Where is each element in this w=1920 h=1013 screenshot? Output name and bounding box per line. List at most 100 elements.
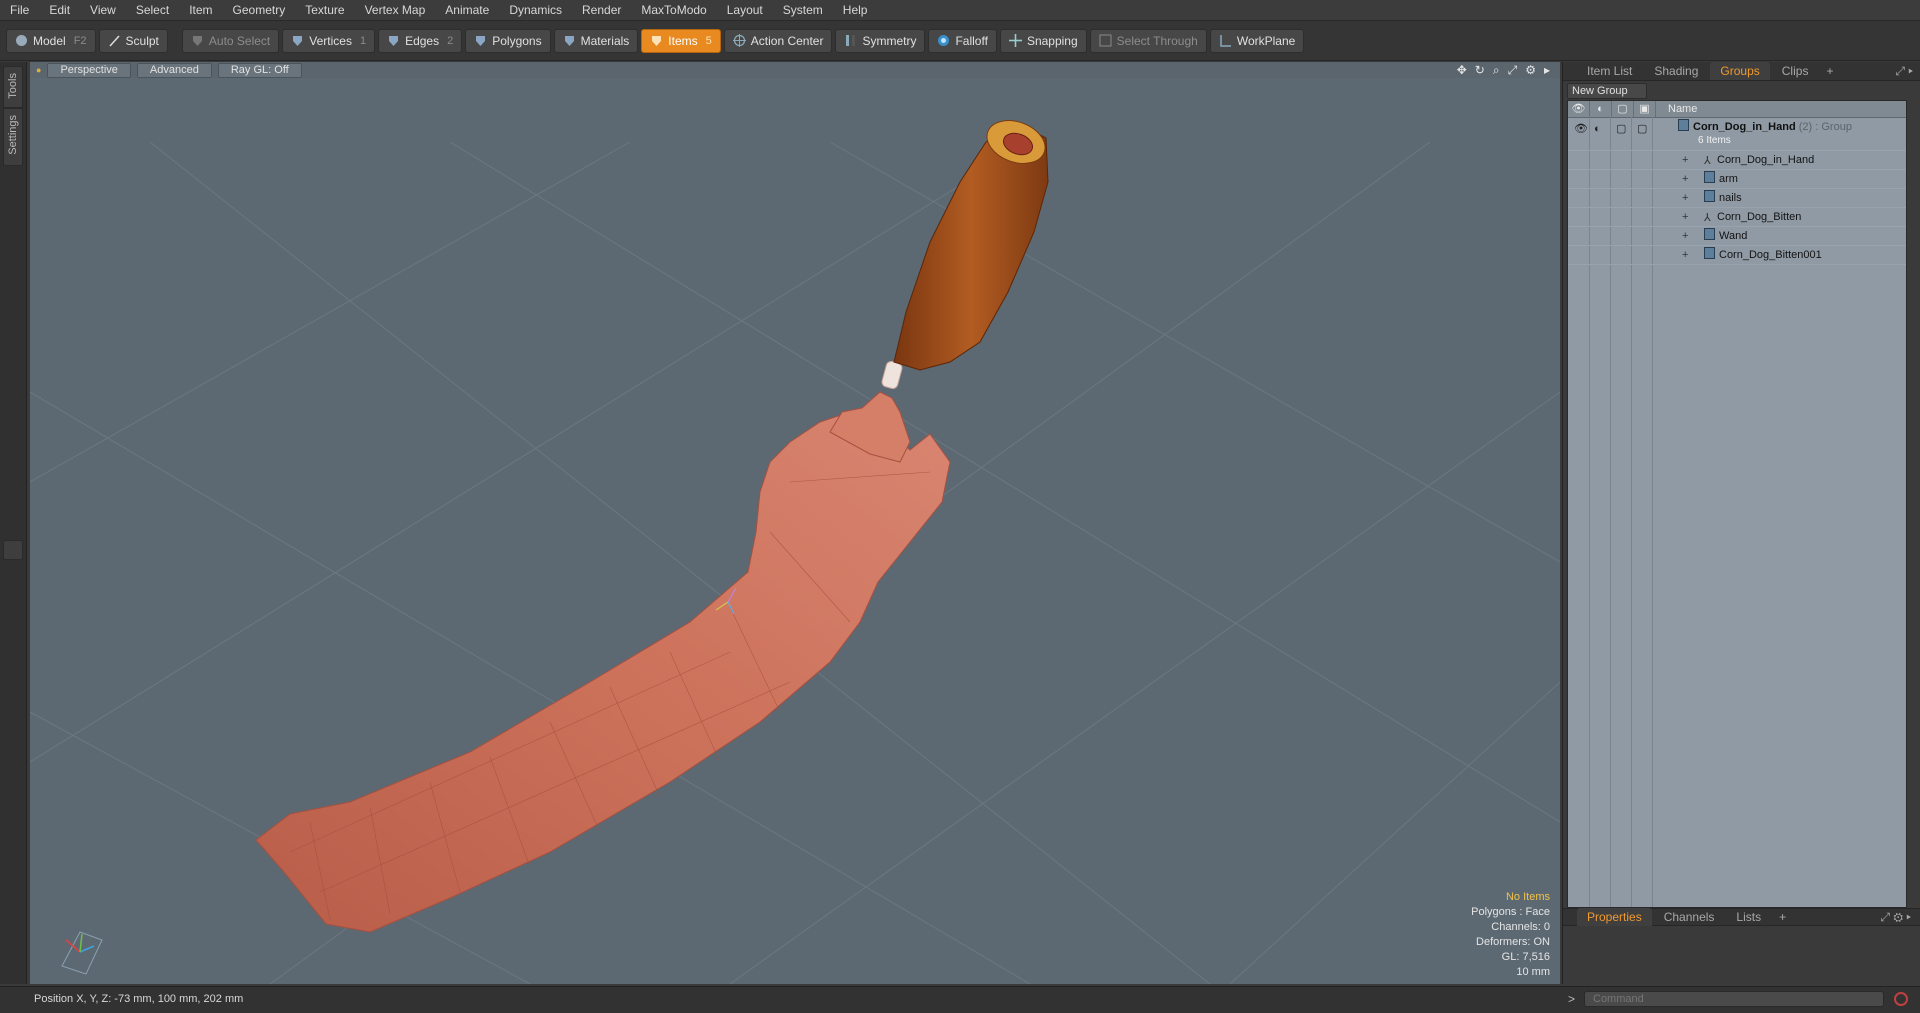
symmetry-button[interactable]: Symmetry [835,28,926,53]
brush-icon [108,35,120,47]
list-item[interactable]: + ⅄ Corn_Dog_Bitten [1568,208,1906,227]
perspective-dropdown[interactable]: Perspective [47,62,131,78]
menu-texture[interactable]: Texture [295,0,354,20]
tab-clips[interactable]: Clips [1772,62,1819,80]
select-through-icon [1099,34,1112,47]
new-group-button[interactable]: New Group [1567,83,1647,99]
pan-icon[interactable]: ✥ [1457,63,1467,77]
collapse-handle[interactable] [3,540,23,560]
tab-groups[interactable]: Groups [1710,62,1770,80]
viewport-header: ● Perspective Advanced Ray GL: Off [30,62,1560,78]
settings-tab[interactable]: Settings [3,108,23,166]
items-button[interactable]: Items 5 [641,28,721,53]
vertices-button[interactable]: Vertices 1 [282,28,376,53]
3d-viewport[interactable]: ● Perspective Advanced Ray GL: Off ✥ ↻ ⌕… [30,62,1560,984]
menu-geometry[interactable]: Geometry [223,0,296,20]
gear-icon[interactable]: ⤢ ⚙ ▸ [1870,908,1920,926]
visibility-column-icon[interactable]: 👁 [1568,101,1590,117]
tab-item-list[interactable]: Item List [1577,62,1642,80]
locator-icon: ⅄ [1704,155,1711,167]
sphere-icon [16,35,27,46]
materials-icon [564,36,574,46]
list-item[interactable]: + arm [1568,170,1906,189]
list-item[interactable]: + Corn_Dog_Bitten001 [1568,246,1906,265]
menu-select[interactable]: Select [126,0,179,20]
add-tab-icon[interactable]: + [1773,908,1792,926]
eye-icon[interactable]: 👁 [1574,120,1588,138]
thumb-nail[interactable] [881,360,903,390]
lock-column-icon[interactable]: ▢ [1612,101,1634,117]
mesh-icon [1704,228,1715,240]
rotate-icon[interactable]: ↻ [1475,63,1485,77]
tab-lists[interactable]: Lists [1726,908,1771,926]
model-button[interactable]: Model F2 [6,28,96,53]
tools-tab[interactable]: Tools [3,66,23,108]
add-tab-icon[interactable]: + [1820,62,1839,80]
select-column-icon[interactable]: ▣ [1634,101,1656,117]
gear-icon[interactable]: ⚙ [1525,63,1536,77]
items-icon [652,36,662,46]
render-toggle-icon[interactable]: ◐ [1594,120,1601,138]
advanced-dropdown[interactable]: Advanced [136,62,212,78]
menu-edit[interactable]: Edit [39,0,80,20]
menu-maxtomodo[interactable]: MaxToModo [631,0,716,20]
menu-system[interactable]: System [773,0,833,20]
arrow-right-icon[interactable]: ▸ [1544,63,1550,77]
sculpt-button[interactable]: Sculpt [98,28,168,53]
edges-icon [389,36,399,46]
group-count: (2) [1798,121,1813,133]
maximize-icon[interactable]: ⤢ [1508,63,1518,78]
arm-mesh[interactable] [255,411,951,933]
mesh-icon [1704,247,1715,259]
expand-icon[interactable]: ⤢ ▸ [1895,64,1920,79]
menu-help[interactable]: Help [833,0,878,20]
workplane-icon [1220,35,1231,47]
menu-item[interactable]: Item [179,0,222,20]
menu-render[interactable]: Render [572,0,631,20]
menu-dynamics[interactable]: Dynamics [499,0,572,20]
selection-info: No Items [1505,891,1550,903]
auto-select-button[interactable]: Auto Select [181,28,280,53]
group-type: : Group [1815,121,1852,133]
command-prompt: > [1568,992,1576,1006]
list-item[interactable]: + ⅄ Corn_Dog_in_Hand [1568,151,1906,170]
vertices-icon [293,36,303,46]
raygl-toggle[interactable]: Ray GL: Off [217,62,302,78]
group-row[interactable]: 👁 ◐ ▢ ▢ Corn_Dog_in_Hand (2) : Group 6 I… [1568,118,1906,151]
list-item[interactable]: + Wand [1568,227,1906,246]
zoom-icon[interactable]: ⌕ [1493,63,1500,78]
workplane-button[interactable]: WorkPlane [1209,28,1305,53]
command-input[interactable] [1584,991,1884,1007]
menu-layout[interactable]: Layout [717,0,773,20]
channels-info: Channels: 0 [1491,921,1550,933]
viewport-info-overlay: No Items Polygons : Face Channels: 0 Def… [1471,890,1550,980]
group-icon [1678,119,1689,131]
render-column-icon[interactable]: ◐ [1590,101,1612,117]
polygons-info: Polygons : Face [1471,906,1550,918]
snapping-button[interactable]: Snapping [999,28,1087,53]
menu-view[interactable]: View [80,0,126,20]
menu-bar: File Edit View Select Item Geometry Text… [0,0,1920,21]
tab-properties[interactable]: Properties [1577,908,1652,926]
polygons-icon [476,36,486,46]
name-column-header: Name [1668,103,1698,115]
record-icon[interactable] [1894,992,1908,1006]
action-center-button[interactable]: Action Center [723,28,833,53]
viewport-options-icon[interactable]: ● [36,65,41,75]
scene-canvas[interactable] [30,62,1560,984]
menu-vertex-map[interactable]: Vertex Map [355,0,436,20]
grid-scale-info: 10 mm [1516,966,1550,978]
list-item[interactable]: + nails [1568,189,1906,208]
lock-toggle-icon[interactable]: ▢ [1616,120,1626,138]
tab-channels[interactable]: Channels [1654,908,1725,926]
materials-button[interactable]: Materials [553,28,639,53]
falloff-button[interactable]: Falloff [928,28,997,53]
select-through-button[interactable]: Select Through [1089,28,1207,53]
polygons-button[interactable]: Polygons [465,28,551,53]
properties-tabs: Properties Channels Lists + ⤢ ⚙ ▸ [1563,908,1920,926]
select-toggle-icon[interactable]: ▢ [1637,120,1647,138]
menu-animate[interactable]: Animate [435,0,499,20]
menu-file[interactable]: File [0,0,39,20]
edges-button[interactable]: Edges 2 [378,28,463,53]
tab-shading[interactable]: Shading [1644,62,1708,80]
